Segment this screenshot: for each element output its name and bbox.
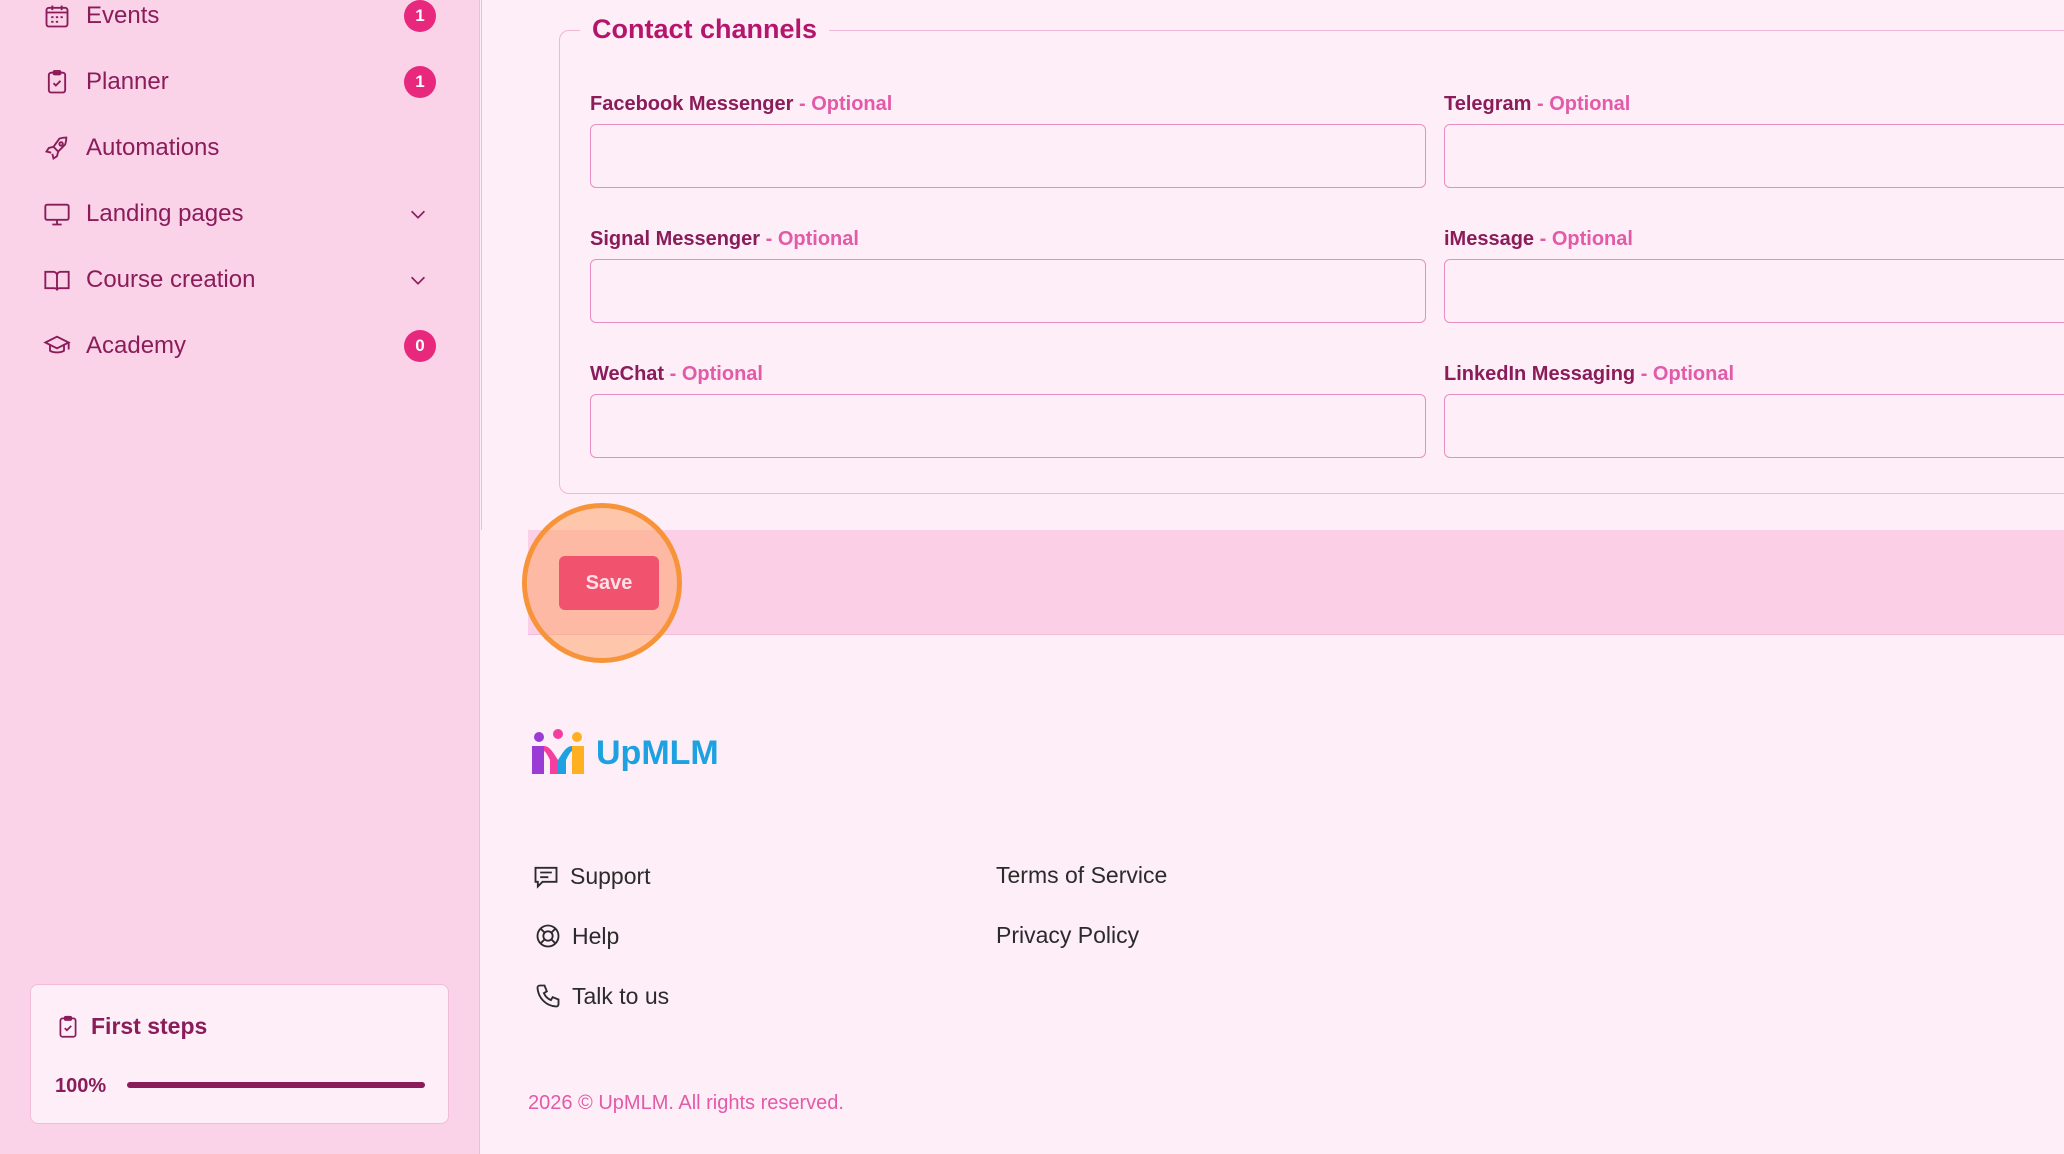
sidebar-item-label: Landing pages <box>86 200 244 227</box>
footer-link-terms[interactable]: Terms of Service <box>996 862 1167 889</box>
rocket-icon <box>42 133 72 163</box>
sidebar-item-academy[interactable]: Academy 0 <box>42 321 442 371</box>
field-label-facebook: Facebook Messenger - Optional <box>590 93 892 116</box>
brand-logo[interactable]: UpMLM <box>528 728 719 778</box>
sidebar-item-automations[interactable]: Automations <box>42 123 442 173</box>
field-label-text: Telegram <box>1444 93 1532 115</box>
progress-bar <box>127 1082 425 1088</box>
first-steps-heading: First steps <box>55 1013 207 1040</box>
chevron-down-icon[interactable] <box>404 200 432 228</box>
lifebuoy-icon <box>536 924 560 948</box>
sidebar-item-label: Planner <box>86 68 169 95</box>
sidebar-item-course-creation[interactable]: Course creation <box>42 255 442 305</box>
calendar-icon <box>42 1 72 31</box>
clipboard-check-icon <box>42 67 72 97</box>
notification-badge: 1 <box>404 0 436 32</box>
imessage-input[interactable] <box>1444 259 2064 323</box>
sidebar-item-label: Automations <box>86 134 220 161</box>
optional-hint: - Optional <box>1640 363 1735 385</box>
graduation-cap-icon <box>42 331 72 361</box>
chat-icon <box>534 866 558 889</box>
first-steps-card[interactable]: First steps 100% <box>30 984 449 1124</box>
sidebar-item-label: Academy <box>86 332 187 359</box>
field-label-text: Signal Messenger <box>590 228 761 250</box>
sidebar-item-landing-pages[interactable]: Landing pages <box>42 189 442 239</box>
field-label-text: Facebook Messenger <box>590 93 794 115</box>
facebook-messenger-input[interactable] <box>590 124 1426 188</box>
field-label-signal: Signal Messenger - Optional <box>590 228 859 251</box>
sidebar-item-planner[interactable]: Planner 1 <box>42 57 442 107</box>
footer-link-help[interactable]: Help <box>534 922 619 950</box>
optional-hint: - Optional <box>765 228 859 250</box>
optional-hint: - Optional <box>1537 93 1631 115</box>
linkedin-messaging-input[interactable] <box>1444 394 2064 458</box>
footer-link-talk-to-us[interactable]: Talk to us <box>534 982 669 1010</box>
field-label-linkedin: LinkedIn Messaging - Optional <box>1444 363 1734 386</box>
footer-link-label: Talk to us <box>572 982 670 1009</box>
clipboard-check-icon <box>59 1015 77 1038</box>
field-label-text: iMessage <box>1444 228 1535 250</box>
field-label-imessage: iMessage - Optional <box>1444 228 1633 251</box>
first-steps-title: First steps <box>91 1013 208 1039</box>
monitor-icon <box>42 199 72 229</box>
progress-percent: 100% <box>55 1075 107 1097</box>
sidebar-item-label: Course creation <box>86 266 256 293</box>
footer-link-label: Help <box>572 922 620 949</box>
footer-link-support[interactable]: Support <box>532 862 651 890</box>
book-open-icon <box>42 265 72 295</box>
sidebar-item-label: Events <box>86 2 160 29</box>
progress-bar-fill <box>127 1082 425 1088</box>
sidebar-item-events[interactable]: Events 1 <box>42 0 442 41</box>
field-label-telegram: Telegram - Optional <box>1444 93 1630 116</box>
wechat-input[interactable] <box>590 394 1426 458</box>
copyright-text: 2026 © UpMLM. All rights reserved. <box>528 1092 844 1114</box>
field-label-text: WeChat <box>590 363 665 385</box>
save-button[interactable]: Save <box>559 556 659 610</box>
optional-hint: - Optional <box>1539 228 1633 250</box>
phone-icon <box>536 984 560 1008</box>
field-label-wechat: WeChat - Optional <box>590 363 763 386</box>
upmlm-logo-icon <box>532 729 584 774</box>
brand-name: UpMLM <box>596 733 719 772</box>
chevron-down-icon[interactable] <box>404 266 432 294</box>
fieldset-legend: Contact channels <box>580 14 830 45</box>
footer-link-label: Support <box>570 862 651 889</box>
optional-hint: - Optional <box>798 93 893 115</box>
field-label-text: LinkedIn Messaging <box>1444 363 1636 385</box>
notification-badge: 0 <box>404 330 436 362</box>
sidebar: Events 1 Planner 1 Automations Landing p… <box>0 0 480 1154</box>
form-actions-bar <box>528 530 2064 635</box>
notification-badge: 1 <box>404 66 436 98</box>
telegram-input[interactable] <box>1444 124 2064 188</box>
footer-link-privacy[interactable]: Privacy Policy <box>996 922 1139 949</box>
signal-messenger-input[interactable] <box>590 259 1426 323</box>
optional-hint: - Optional <box>669 363 763 385</box>
